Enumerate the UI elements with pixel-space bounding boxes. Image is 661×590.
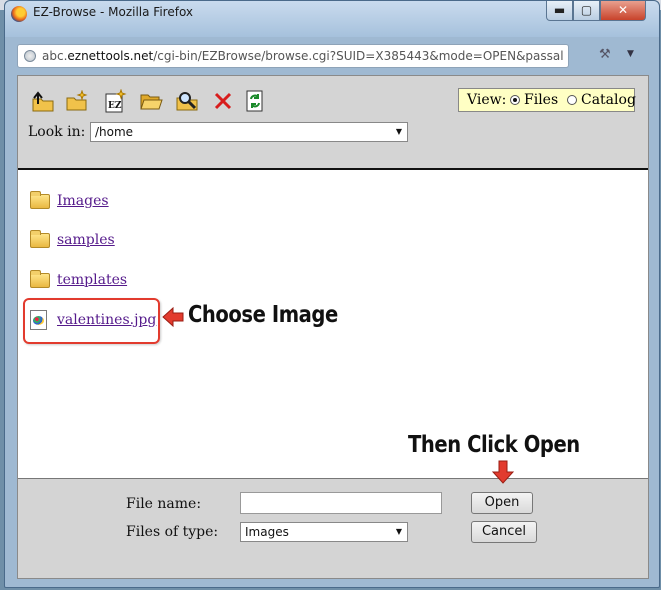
address-tools: ⚒ ▼ [599, 47, 649, 65]
ez-browse-panel: EZ View: Files Catalog Look in: /home ▼ … [17, 75, 649, 579]
view-catalog-label[interactable]: Catalog [581, 92, 636, 108]
refresh-button[interactable] [242, 88, 268, 114]
address-domain: eznettools.net [67, 49, 154, 63]
chevron-down-icon[interactable]: ▼ [627, 49, 634, 59]
refresh-icon [246, 90, 263, 112]
view-selector: View: Files Catalog [458, 88, 636, 112]
delete-button[interactable] [210, 88, 236, 114]
new-folder-button[interactable] [64, 88, 90, 114]
cancel-button[interactable]: Cancel [471, 521, 537, 543]
ez-button[interactable]: EZ [102, 88, 128, 114]
view-catalog-radio[interactable] [567, 95, 577, 105]
arrow-down-icon [492, 460, 514, 484]
ez-icon: EZ [105, 89, 127, 113]
delete-icon [214, 92, 232, 110]
look-in-label: Look in: [28, 124, 86, 140]
look-in-value: /home [95, 125, 134, 139]
maximize-button[interactable]: ▢ [573, 1, 600, 21]
window-title: EZ-Browse - Mozilla Firefox [33, 5, 194, 19]
tools-icon[interactable]: ⚒ [599, 47, 611, 62]
svg-text:EZ: EZ [108, 101, 122, 111]
file-link-valentines[interactable]: valentines.jpg [57, 312, 156, 328]
file-link-templates[interactable]: templates [57, 272, 127, 288]
folder-icon [30, 270, 50, 288]
chevron-down-icon: ▼ [395, 527, 402, 536]
toolbar: EZ [30, 88, 290, 114]
view-files-label[interactable]: Files [524, 92, 558, 108]
view-files-radio[interactable] [510, 95, 520, 105]
open-folder-button[interactable] [138, 88, 164, 114]
file-list: Images samples templates valentines.jpg … [18, 170, 648, 484]
up-folder-icon [32, 91, 54, 112]
up-folder-button[interactable] [30, 88, 56, 114]
open-folder-icon [140, 94, 163, 110]
view-label: View: [467, 92, 507, 108]
files-of-type-label: Files of type: [126, 524, 219, 540]
choose-image-annotation: Choose Image [188, 302, 338, 328]
then-click-open-annotation: Then Click Open [408, 432, 580, 458]
globe-icon [24, 50, 36, 62]
files-of-type-value: Images [245, 525, 289, 539]
popup-window: EZ-Browse - Mozilla Firefox ▬ ▢ ✕ abc.ez… [4, 0, 660, 588]
open-button[interactable]: Open [471, 492, 533, 514]
arrow-left-icon [162, 306, 184, 328]
title-bar: EZ-Browse - Mozilla Firefox ▬ ▢ ✕ [5, 1, 659, 37]
address-url: abc.eznettools.net/cgi-bin/EZBrowse/brow… [42, 49, 564, 63]
minimize-button[interactable]: ▬ [546, 1, 573, 21]
files-of-type-select[interactable]: Images ▼ [240, 522, 408, 542]
new-folder-icon [66, 90, 88, 111]
file-link-samples[interactable]: samples [57, 232, 115, 248]
image-file-icon [30, 310, 47, 330]
search-button[interactable] [174, 88, 200, 114]
file-link-images[interactable]: Images [57, 193, 109, 209]
chevron-down-icon: ▼ [395, 127, 402, 136]
search-icon [176, 92, 198, 111]
look-in-select[interactable]: /home ▼ [90, 122, 408, 142]
firefox-icon [11, 6, 27, 22]
file-name-label: File name: [126, 496, 202, 512]
file-name-input[interactable] [240, 492, 442, 514]
folder-icon [30, 230, 50, 248]
address-bar[interactable]: abc.eznettools.net/cgi-bin/EZBrowse/brow… [17, 44, 569, 68]
folder-icon [30, 191, 50, 209]
close-button[interactable]: ✕ [600, 1, 646, 21]
